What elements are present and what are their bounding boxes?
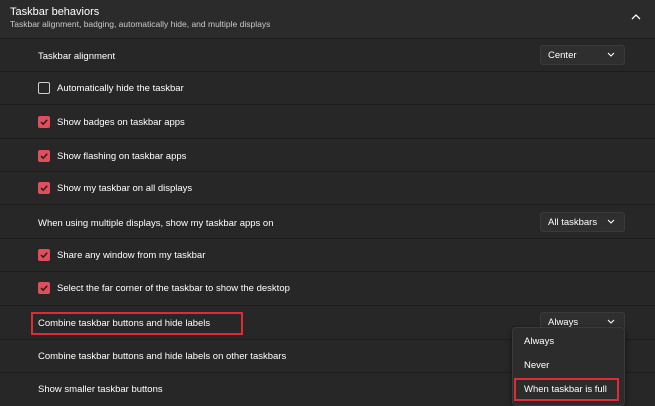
separator bbox=[0, 238, 655, 239]
chevron-down-icon bbox=[607, 319, 615, 324]
dropdown-value: All taskbars bbox=[548, 217, 598, 228]
flashing-label: Show flashing on taskbar apps bbox=[57, 151, 187, 162]
section-title: Taskbar behaviors bbox=[10, 6, 100, 18]
separator bbox=[0, 204, 655, 205]
checkmark-icon bbox=[40, 185, 48, 192]
menu-item-highlight bbox=[514, 378, 619, 401]
checkmark-icon bbox=[40, 119, 48, 126]
chevron-down-icon bbox=[607, 52, 615, 57]
flashing-checkbox[interactable] bbox=[38, 150, 50, 162]
share-window-label: Share any window from my taskbar bbox=[57, 250, 206, 261]
badges-label: Show badges on taskbar apps bbox=[57, 117, 185, 128]
combine-label-highlight bbox=[31, 312, 243, 335]
share-window-checkbox[interactable] bbox=[38, 249, 50, 261]
multi-display-dropdown[interactable]: All taskbars bbox=[540, 212, 625, 232]
menu-item-label: Always bbox=[524, 336, 555, 347]
menu-item-never[interactable]: Never bbox=[513, 355, 624, 377]
checkmark-icon bbox=[40, 285, 48, 292]
checkmark-icon bbox=[40, 153, 48, 160]
separator bbox=[0, 305, 655, 306]
far-corner-checkbox[interactable] bbox=[38, 282, 50, 294]
all-displays-checkbox[interactable] bbox=[38, 182, 50, 194]
auto-hide-label: Automatically hide the taskbar bbox=[57, 83, 184, 94]
menu-item-label: Never bbox=[524, 360, 550, 371]
multi-display-label: When using multiple displays, show my ta… bbox=[38, 218, 274, 229]
dropdown-value: Center bbox=[548, 50, 577, 61]
chevron-up-icon[interactable] bbox=[629, 10, 643, 24]
separator bbox=[0, 138, 655, 139]
section-subtitle: Taskbar alignment, badging, automaticall… bbox=[10, 19, 271, 29]
section-header[interactable]: Taskbar behaviors Taskbar alignment, bad… bbox=[0, 0, 655, 39]
combine-other-label: Combine taskbar buttons and hide labels … bbox=[38, 351, 287, 362]
badges-checkbox[interactable] bbox=[38, 116, 50, 128]
chevron-down-icon bbox=[607, 219, 615, 224]
auto-hide-checkbox[interactable] bbox=[38, 82, 50, 94]
separator bbox=[0, 104, 655, 105]
smaller-buttons-label: Show smaller taskbar buttons bbox=[38, 384, 163, 395]
separator bbox=[0, 71, 655, 72]
far-corner-label: Select the far corner of the taskbar to … bbox=[57, 283, 290, 294]
checkmark-icon bbox=[40, 252, 48, 259]
separator bbox=[0, 271, 655, 272]
all-displays-label: Show my taskbar on all displays bbox=[57, 183, 193, 194]
menu-item-always[interactable]: Always bbox=[513, 331, 624, 353]
taskbar-alignment-dropdown[interactable]: Center bbox=[540, 45, 625, 65]
separator bbox=[0, 171, 655, 172]
taskbar-alignment-label: Taskbar alignment bbox=[38, 51, 116, 62]
